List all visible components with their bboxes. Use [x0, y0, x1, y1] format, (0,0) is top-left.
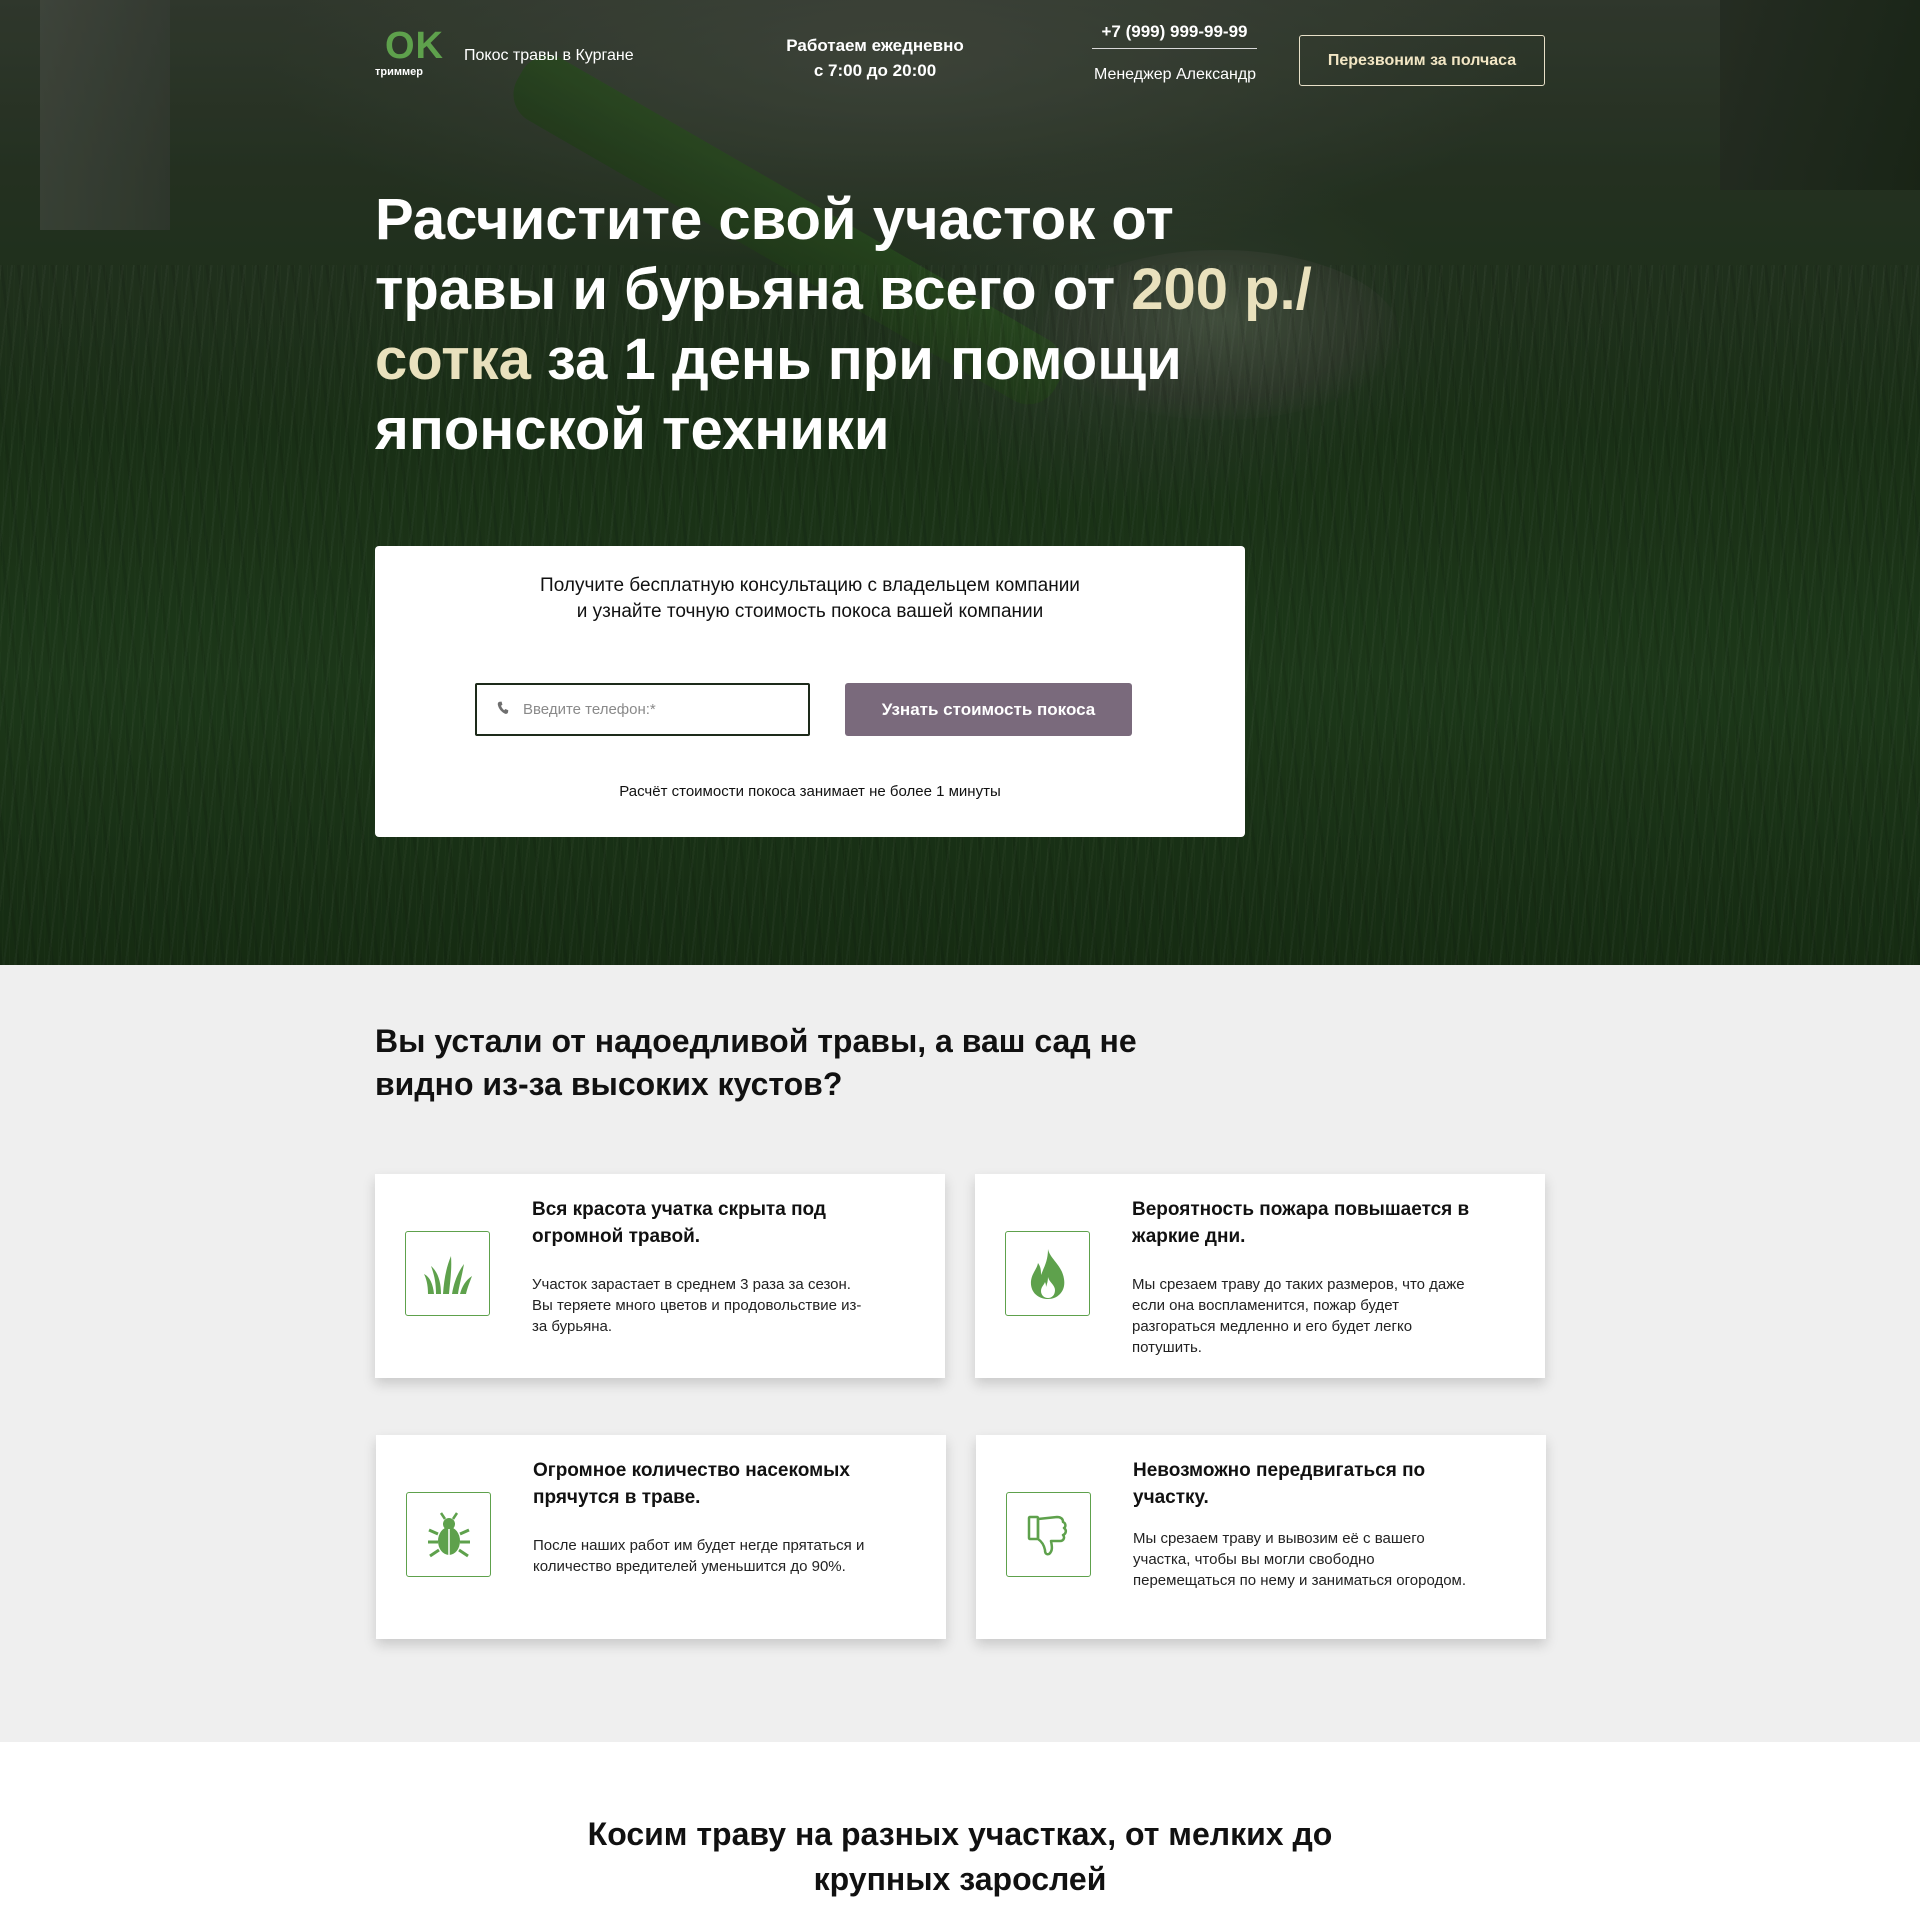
working-hours-time: с 7:00 до 20:00 — [813, 61, 937, 80]
mowing-title: Косим траву на разных участках, от мелки… — [587, 1816, 1333, 1897]
problem-card-title: Вероятность пожара повышается в жаркие д… — [1132, 1199, 1470, 1247]
problem-card: Вероятность пожара повышается в жаркие д… — [975, 1174, 1545, 1378]
form-note: Расчёт стоимости покоса занимает не боле… — [619, 783, 1001, 800]
consultation-form: Получите бесплатную консультацию с владе… — [375, 546, 1245, 837]
phone-input[interactable] — [523, 685, 803, 734]
logo-mark: OK — [385, 25, 444, 67]
phone-field[interactable] — [475, 683, 810, 736]
working-hours-days: Работаем ежедневно — [786, 36, 964, 55]
phone-icon — [497, 701, 511, 719]
problem-card: Огромное количество насекомых прячутся в… — [376, 1435, 946, 1639]
problem-card-text: После наших работ им будет негде прятать… — [533, 1537, 865, 1575]
problem-card-text: Мы срезаем траву и вывозим её с вашего у… — [1133, 1530, 1467, 1589]
problem-card-title: Огромное количество насекомых прячутся в… — [533, 1460, 850, 1508]
form-lead-text: Получите бесплатную консультацию с владе… — [540, 575, 1080, 622]
manager-name: Менеджер Александр — [1093, 66, 1257, 83]
problem-card-title: Невозможно передвигаться по участку. — [1133, 1460, 1426, 1508]
problems-title: Вы устали от надоедливой травы, а ваш са… — [375, 1023, 1137, 1102]
problems-section: Вы устали от надоедливой травы, а ваш са… — [0, 965, 1920, 1742]
thumbs-down-icon — [1006, 1492, 1091, 1577]
callback-button[interactable]: Перезвоним за полчаса — [1299, 35, 1545, 86]
hero-title-start: Расчистите свой участок от травы и бурья… — [375, 187, 1174, 322]
problem-card: Вся красота учатка скрыта под огромной т… — [375, 1174, 945, 1378]
problem-card-text: Мы срезаем траву до таких размеров, что … — [1132, 1276, 1465, 1356]
fire-icon — [1005, 1231, 1090, 1316]
grass-icon — [405, 1231, 490, 1316]
logo[interactable]: OK триммер — [375, 26, 445, 80]
working-hours: Работаем ежедневно с 7:00 до 20:00 — [740, 33, 1010, 83]
mowing-section: Косим траву на разных участках, от мелки… — [0, 1742, 1920, 1920]
problem-card: Невозможно передвигаться по участку. Мы … — [976, 1435, 1546, 1639]
problem-card-text: Участок зарастает в среднем 3 раза за се… — [532, 1276, 862, 1335]
hero-section: OK триммер Покос травы в Кургане Работае… — [0, 0, 1920, 965]
bug-icon — [406, 1492, 491, 1577]
logo-subtitle: триммер — [375, 66, 423, 78]
problem-card-title: Вся красота учатка скрыта под огромной т… — [532, 1199, 826, 1247]
get-price-button[interactable]: Узнать стоимость покоса — [845, 683, 1132, 736]
site-description: Покос травы в Кургане — [464, 47, 634, 64]
hero-title: Расчистите свой участок от травы и бурья… — [375, 185, 1315, 465]
phone-link[interactable]: +7 (999) 999-99-99 — [1092, 22, 1257, 49]
